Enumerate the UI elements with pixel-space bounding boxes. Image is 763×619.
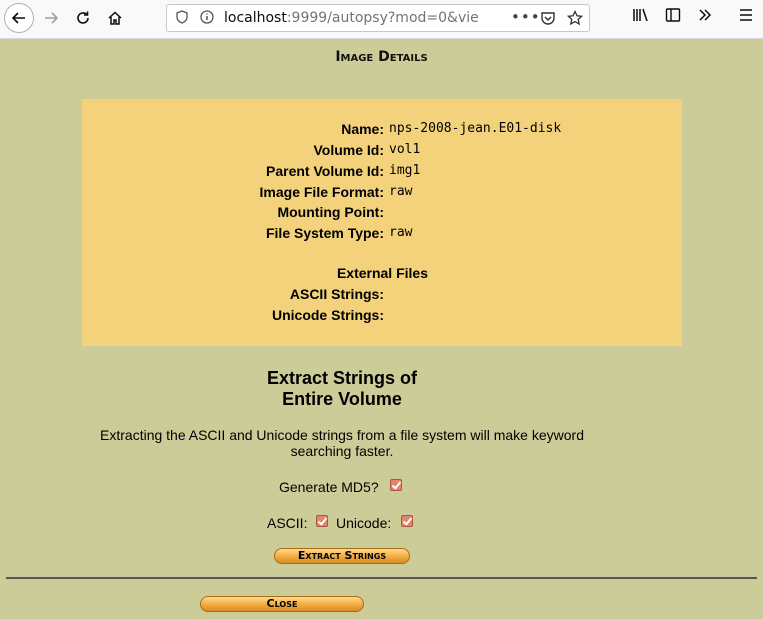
mount-label: Mounting Point: (277, 204, 384, 220)
detail-row-ascii-strings: ASCII Strings: (82, 286, 682, 306)
parent-volume-value: img1 (389, 163, 421, 178)
fs-type-label: File System Type: (265, 225, 384, 241)
ascii-checkbox[interactable] (316, 515, 328, 527)
parent-volume-label: Parent Volume Id: (266, 163, 384, 179)
format-value: raw (389, 184, 413, 199)
ascii-label: ASCII: (267, 515, 308, 531)
browser-toolbar: localhost:9999/autopsy?mod=0&view ••• (0, 0, 763, 39)
unicode-strings-label: Unicode Strings: (271, 307, 384, 323)
ascii-strings-label: ASCII Strings: (289, 286, 384, 302)
name-value: nps-2008-jean.E01-disk (389, 121, 562, 136)
url-bar[interactable]: localhost:9999/autopsy?mod=0&view ••• (166, 4, 590, 32)
detail-row-fs-type: File System Type: raw (82, 225, 682, 245)
fs-type-value: raw (389, 225, 413, 240)
library-icon[interactable] (632, 7, 650, 27)
forward-icon[interactable] (37, 4, 65, 32)
reload-icon[interactable] (69, 4, 97, 32)
detail-row-format: Image File Format: raw (82, 184, 682, 204)
star-icon[interactable] (566, 9, 584, 30)
sidebar-icon[interactable] (665, 7, 681, 27)
pocket-icon[interactable] (540, 10, 556, 30)
name-label: Name: (341, 121, 384, 137)
md5-label: Generate MD5? (279, 479, 379, 495)
back-icon[interactable] (4, 3, 34, 33)
image-details-panel: Name: nps-2008-jean.E01-disk Volume Id: … (82, 99, 682, 346)
detail-row-volume-id: Volume Id: vol1 (82, 142, 682, 162)
unicode-label: Unicode: (336, 515, 392, 531)
volume-id-value: vol1 (389, 142, 421, 157)
home-icon[interactable] (101, 4, 129, 32)
volume-id-label: Volume Id: (313, 142, 384, 158)
detail-row-unicode-strings: Unicode Strings: (82, 307, 682, 327)
divider (6, 577, 757, 579)
unicode-checkbox[interactable] (401, 515, 413, 527)
menu-icon[interactable] (738, 7, 754, 27)
close-button[interactable]: Close (200, 596, 364, 612)
detail-row-parent-volume: Parent Volume Id: img1 (82, 163, 682, 183)
shield-icon[interactable] (176, 10, 188, 28)
overflow-icon[interactable] (697, 7, 713, 27)
detail-row-mount: Mounting Point: (82, 204, 682, 224)
info-icon[interactable] (200, 10, 214, 28)
url-text[interactable]: localhost:9999/autopsy?mod=0&view (224, 10, 479, 26)
page-title: Image Details (335, 49, 428, 65)
extract-strings-button[interactable]: Extract Strings (274, 548, 410, 564)
extract-title: Extract Strings of Entire Volume (266, 368, 418, 409)
extract-description: Extracting the ASCII and Unicode strings… (100, 427, 584, 459)
more-icon[interactable]: ••• (511, 8, 541, 26)
md5-checkbox[interactable] (390, 479, 402, 491)
format-label: Image File Format: (259, 184, 384, 200)
detail-row-name: Name: nps-2008-jean.E01-disk (82, 121, 682, 141)
